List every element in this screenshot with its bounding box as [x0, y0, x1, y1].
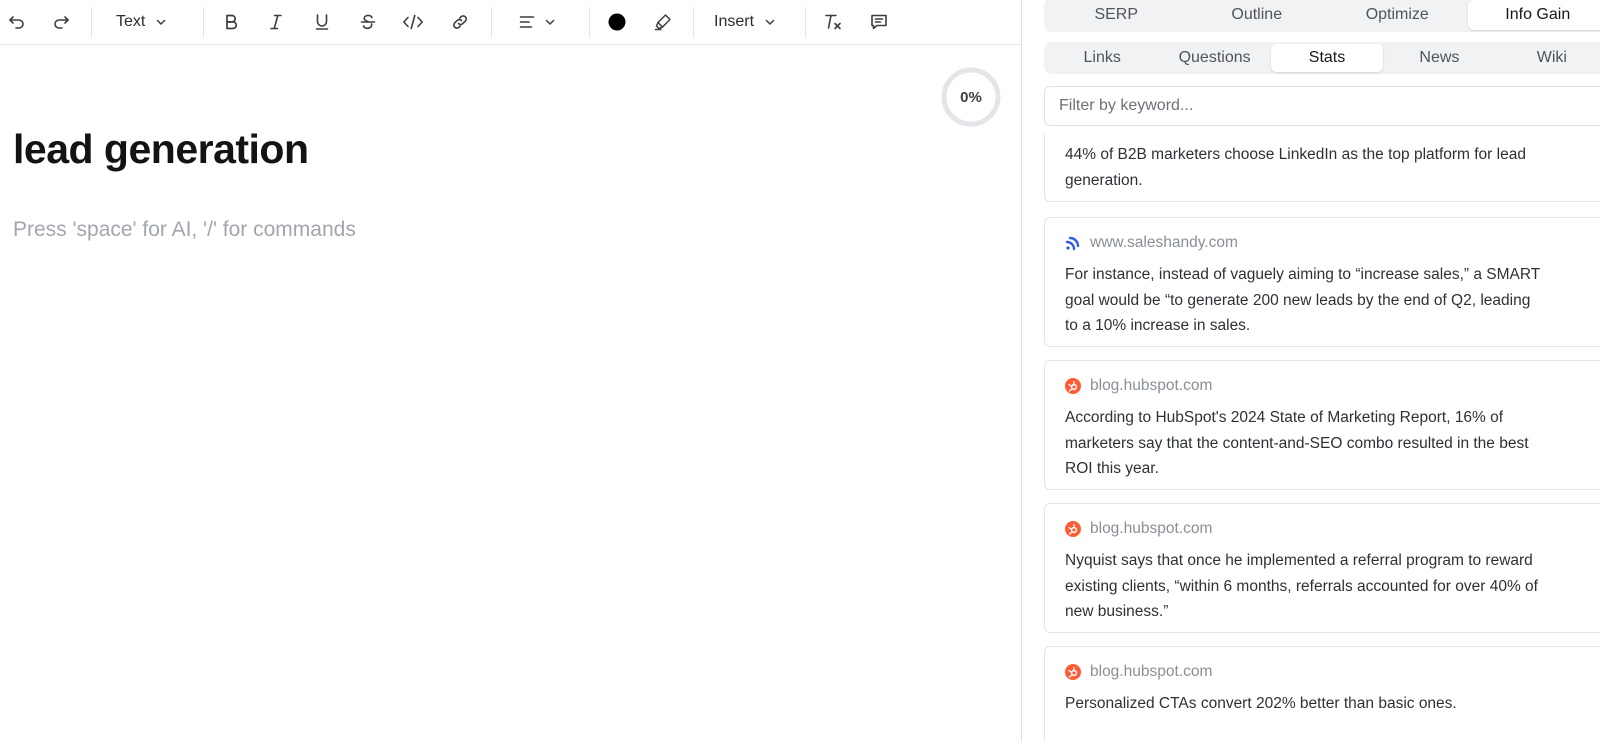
stat-source[interactable]: www.saleshandy.com	[1065, 233, 1589, 253]
link-button[interactable]	[447, 6, 473, 38]
saleshandy-icon	[1065, 235, 1081, 251]
redo-icon	[54, 16, 69, 29]
insert-dropdown[interactable]: Insert	[714, 6, 782, 38]
text-style-label: Text	[116, 13, 146, 30]
research-panel: SERP Outline Optimize Info Gain Links Qu…	[1022, 0, 1600, 742]
hubspot-icon	[1065, 664, 1081, 680]
italic-icon	[270, 14, 282, 30]
main-tabs: SERP Outline Optimize Info Gain	[1044, 0, 1600, 32]
underline-button[interactable]	[309, 6, 335, 38]
clear-format-button[interactable]	[820, 6, 846, 38]
link-icon	[453, 15, 467, 29]
tab-wiki[interactable]: Wiki	[1496, 44, 1600, 72]
keyword-filter-input[interactable]	[1044, 86, 1600, 126]
tab-outline[interactable]: Outline	[1187, 0, 1328, 30]
formatting-toolbar: Text Insert	[0, 0, 1021, 45]
stat-card[interactable]: 44% of B2B marketers choose LinkedIn as …	[1044, 134, 1600, 202]
tab-serp[interactable]: SERP	[1046, 0, 1187, 30]
align-dropdown[interactable]	[518, 6, 562, 38]
tab-optimize[interactable]: Optimize	[1327, 0, 1468, 30]
underline-icon	[315, 14, 329, 30]
code-button[interactable]	[398, 6, 428, 38]
stat-text: For instance, instead of vaguely aiming …	[1065, 266, 1540, 334]
stat-source-domain: blog.hubspot.com	[1090, 663, 1213, 680]
stat-card[interactable]: www.saleshandy.com For instance, instead…	[1044, 217, 1600, 347]
code-icon	[403, 14, 423, 30]
tab-links[interactable]: Links	[1046, 44, 1158, 72]
editor-body-placeholder[interactable]: Press 'space' for AI, '/' for commands	[13, 218, 356, 242]
stat-text: Personalized CTAs convert 202% better th…	[1065, 695, 1457, 712]
stats-list[interactable]: 44% of B2B marketers choose LinkedIn as …	[1044, 134, 1600, 742]
progress-percent: 0%	[960, 88, 982, 106]
hubspot-icon	[1065, 521, 1081, 537]
bold-button[interactable]	[218, 6, 244, 38]
stat-source[interactable]: blog.hubspot.com	[1065, 376, 1589, 396]
strikethrough-button[interactable]	[355, 6, 381, 38]
document-title[interactable]: lead generation	[13, 126, 309, 173]
redo-button[interactable]	[48, 6, 74, 38]
insert-label: Insert	[714, 13, 755, 30]
toolbar-divider	[693, 7, 694, 38]
toolbar-divider	[203, 7, 204, 38]
stat-source-domain: blog.hubspot.com	[1090, 377, 1213, 394]
stat-card[interactable]: blog.hubspot.com According to HubSpot's …	[1044, 360, 1600, 490]
sub-tabs: Links Questions Stats News Wiki	[1044, 42, 1600, 74]
stat-card[interactable]: blog.hubspot.com Nyquist says that once …	[1044, 503, 1600, 633]
stat-source[interactable]: blog.hubspot.com	[1065, 662, 1589, 682]
stat-text: According to HubSpot's 2024 State of Mar…	[1065, 409, 1529, 477]
comment-icon	[871, 14, 887, 30]
comment-button[interactable]	[866, 6, 892, 38]
stat-source-domain: www.saleshandy.com	[1090, 234, 1238, 251]
highlight-icon	[654, 14, 671, 31]
chevron-down-icon	[157, 19, 166, 25]
stat-text: 44% of B2B marketers choose LinkedIn as …	[1065, 146, 1526, 189]
toolbar-divider	[805, 7, 806, 38]
chevron-down-icon	[765, 19, 775, 25]
highlight-button[interactable]	[650, 6, 676, 38]
toolbar-divider	[491, 7, 492, 38]
text-color-button[interactable]	[604, 6, 630, 38]
undo-icon	[9, 16, 24, 29]
tab-info-gain[interactable]: Info Gain	[1467, 0, 1600, 30]
text-color-icon	[608, 13, 626, 31]
undo-button[interactable]	[4, 6, 30, 38]
tab-questions[interactable]: Questions	[1158, 44, 1270, 72]
stat-card[interactable]: blog.hubspot.com Personalized CTAs conve…	[1044, 646, 1600, 742]
chevron-down-icon	[545, 19, 555, 25]
text-style-dropdown[interactable]: Text	[116, 6, 176, 38]
toolbar-divider	[91, 7, 92, 38]
tab-news[interactable]: News	[1383, 44, 1495, 72]
toolbar-divider	[589, 7, 590, 38]
strikethrough-icon	[360, 14, 376, 30]
italic-button[interactable]	[263, 6, 289, 38]
stat-source-domain: blog.hubspot.com	[1090, 520, 1213, 537]
hubspot-icon	[1065, 378, 1081, 394]
clear-format-icon	[825, 14, 841, 30]
stat-text: Nyquist says that once he implemented a …	[1065, 552, 1538, 620]
tab-stats[interactable]: Stats	[1270, 44, 1384, 72]
content-score-progress: 0%	[940, 66, 1002, 128]
editor-pane: Text Insert 0% lead generation Press 'sp…	[0, 0, 1021, 742]
bold-icon	[226, 14, 238, 30]
align-icon	[519, 16, 535, 28]
stat-source[interactable]: blog.hubspot.com	[1065, 519, 1589, 539]
